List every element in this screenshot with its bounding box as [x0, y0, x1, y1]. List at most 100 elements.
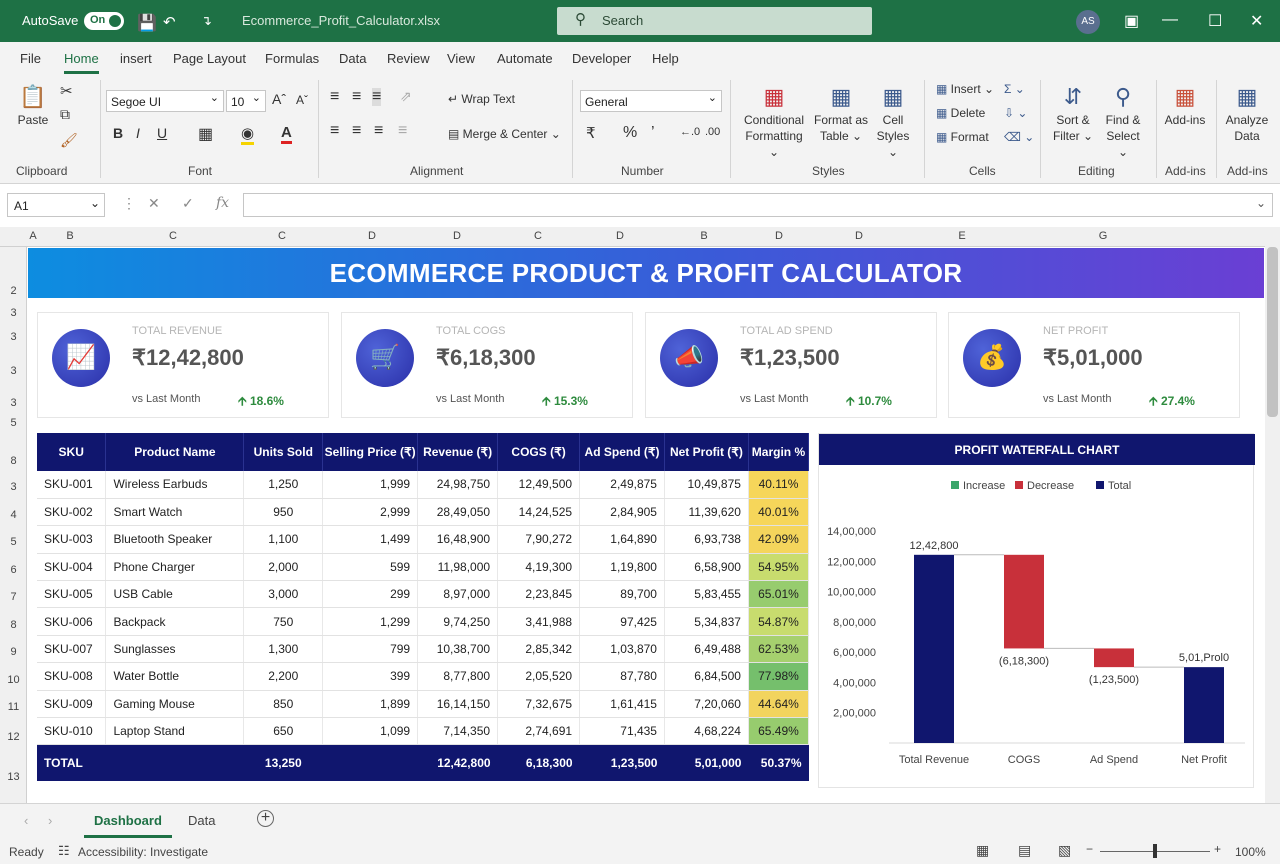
row-header[interactable]: 5: [0, 536, 27, 548]
table-cell[interactable]: 11,39,620: [664, 498, 749, 527]
redo-icon[interactable]: ↴: [201, 13, 212, 29]
wrap-text-button[interactable]: ↵ Wrap Text: [448, 92, 515, 106]
table-cell[interactable]: 4,68,224: [664, 717, 749, 746]
number-format-dropdown[interactable]: General: [580, 90, 722, 112]
row-header[interactable]: 5: [0, 417, 27, 429]
align-center-icon[interactable]: ≡: [352, 122, 361, 140]
table-cell[interactable]: Laptop Stand: [105, 717, 245, 746]
table-cell[interactable]: 599: [322, 553, 419, 582]
margin-cell[interactable]: 77.98%: [748, 662, 810, 691]
table-cell[interactable]: 12,49,500: [497, 471, 581, 499]
undo-icon[interactable]: ↶: [163, 13, 176, 31]
table-cell[interactable]: 14,24,525: [497, 498, 581, 527]
waterfall-chart[interactable]: PROFIT WATERFALL CHART Increase Decrease T…: [818, 433, 1255, 788]
margin-cell[interactable]: 40.11%: [748, 471, 810, 499]
clear-icon[interactable]: ⌫ ⌄: [1004, 130, 1034, 144]
table-cell[interactable]: 2,200: [243, 662, 324, 691]
table-cell[interactable]: 10,49,875: [664, 471, 749, 499]
row-header[interactable]: 2: [0, 285, 27, 297]
sort-filter-button[interactable]: ⇵ Sort & Filter ⌄: [1050, 82, 1096, 144]
underline-button[interactable]: U: [157, 125, 167, 141]
table-cell[interactable]: SKU-006: [37, 607, 107, 636]
row-header[interactable]: 3: [0, 331, 27, 343]
font-size-dropdown[interactable]: 10: [226, 90, 266, 112]
cell-styles-button[interactable]: ▦ Cell Styles ⌄: [870, 82, 916, 160]
table-cell[interactable]: Bluetooth Speaker: [105, 525, 245, 554]
table-cell[interactable]: 97,425: [579, 607, 665, 636]
conditional-formatting-button[interactable]: ▦ Conditional Formatting ⌄: [740, 82, 808, 160]
menu-help[interactable]: Help: [652, 51, 679, 66]
column-header[interactable]: E: [947, 230, 977, 242]
table-cell[interactable]: 89,700: [579, 580, 665, 609]
margin-cell[interactable]: 54.95%: [748, 553, 810, 582]
table-cell[interactable]: 7,32,675: [497, 690, 581, 719]
expand-formula-icon[interactable]: ⌄: [1256, 196, 1266, 210]
margin-cell[interactable]: 44.64%: [748, 690, 810, 719]
table-cell[interactable]: 28,49,050: [417, 498, 499, 527]
insert-function-button[interactable]: fx: [216, 195, 229, 211]
accessibility-icon[interactable]: ☷: [58, 843, 70, 859]
menu-file[interactable]: File: [20, 51, 41, 66]
table-cell[interactable]: 950: [243, 498, 324, 527]
table-cell[interactable]: SKU-008: [37, 662, 107, 691]
table-cell[interactable]: Phone Charger: [105, 553, 245, 582]
table-cell[interactable]: 6,93,738: [664, 525, 749, 554]
table-cell[interactable]: 650: [243, 717, 324, 746]
insert-cells-button[interactable]: ▦ Insert ⌄: [936, 82, 994, 96]
name-box[interactable]: A1 ⌄: [7, 193, 105, 217]
total-cell[interactable]: [105, 744, 244, 781]
italic-button[interactable]: I: [136, 125, 140, 141]
margin-cell[interactable]: 65.01%: [748, 580, 810, 609]
analyze-data-button[interactable]: ▦ Analyze Data: [1222, 82, 1272, 144]
decrease-decimal-icon[interactable]: .00: [705, 126, 720, 138]
formula-input[interactable]: ⌄: [243, 193, 1273, 217]
search-box[interactable]: ⚲ Search: [557, 7, 872, 35]
format-painter-icon[interactable]: 🖌: [60, 132, 78, 149]
table-cell[interactable]: 8,97,000: [417, 580, 499, 609]
increase-decimal-icon[interactable]: ←.0: [680, 126, 700, 138]
decrease-font-icon[interactable]: Aˇ: [296, 93, 308, 107]
table-cell[interactable]: Wireless Earbuds: [105, 471, 245, 499]
table-cell[interactable]: 1,03,870: [579, 635, 665, 664]
row-header[interactable]: 10: [0, 674, 27, 686]
table-cell[interactable]: 24,98,750: [417, 471, 499, 499]
table-cell[interactable]: SKU-004: [37, 553, 107, 582]
borders-icon[interactable]: ▦: [198, 124, 213, 144]
table-cell[interactable]: 87,780: [579, 662, 665, 691]
row-header[interactable]: 3: [0, 307, 27, 319]
table-cell[interactable]: 2,23,845: [497, 580, 581, 609]
column-header[interactable]: C: [523, 230, 553, 242]
table-cell[interactable]: 2,84,905: [579, 498, 665, 527]
table-cell[interactable]: 399: [322, 662, 419, 691]
column-header[interactable]: B: [689, 230, 719, 242]
total-cell[interactable]: 12,42,800: [417, 744, 498, 781]
font-name-dropdown[interactable]: Segoe UI: [106, 90, 224, 112]
avatar[interactable]: AS: [1076, 10, 1100, 34]
table-cell[interactable]: 2,000: [243, 553, 324, 582]
table-cell[interactable]: 11,98,000: [417, 553, 499, 582]
total-cell[interactable]: 1,23,500: [579, 744, 665, 781]
table-cell[interactable]: 1,300: [243, 635, 324, 664]
table-cell[interactable]: 1,61,415: [579, 690, 665, 719]
margin-cell[interactable]: 65.49%: [748, 717, 810, 746]
font-color-icon[interactable]: A: [281, 124, 292, 144]
margin-cell[interactable]: 40.01%: [748, 498, 810, 527]
table-cell[interactable]: 2,999: [322, 498, 419, 527]
menu-data[interactable]: Data: [339, 51, 366, 66]
zoom-slider-thumb[interactable]: [1153, 844, 1157, 858]
table-cell[interactable]: 1,499: [322, 525, 419, 554]
row-header[interactable]: 4: [0, 509, 27, 521]
menu-review[interactable]: Review: [387, 51, 430, 66]
zoom-out-icon[interactable]: −: [1086, 842, 1093, 856]
paste-button[interactable]: 📋 Paste: [14, 82, 52, 128]
table-cell[interactable]: 2,74,691: [497, 717, 581, 746]
row-header[interactable]: 7: [0, 591, 27, 603]
table-cell[interactable]: 9,74,250: [417, 607, 499, 636]
table-cell[interactable]: 3,41,988: [497, 607, 581, 636]
column-header[interactable]: D: [764, 230, 794, 242]
menu-developer[interactable]: Developer: [572, 51, 631, 66]
total-cell[interactable]: TOTAL: [37, 744, 106, 781]
comma-icon[interactable]: ’: [651, 124, 655, 142]
indent-icon[interactable]: ≡: [398, 122, 407, 140]
zoom-level[interactable]: 100%: [1235, 845, 1266, 859]
